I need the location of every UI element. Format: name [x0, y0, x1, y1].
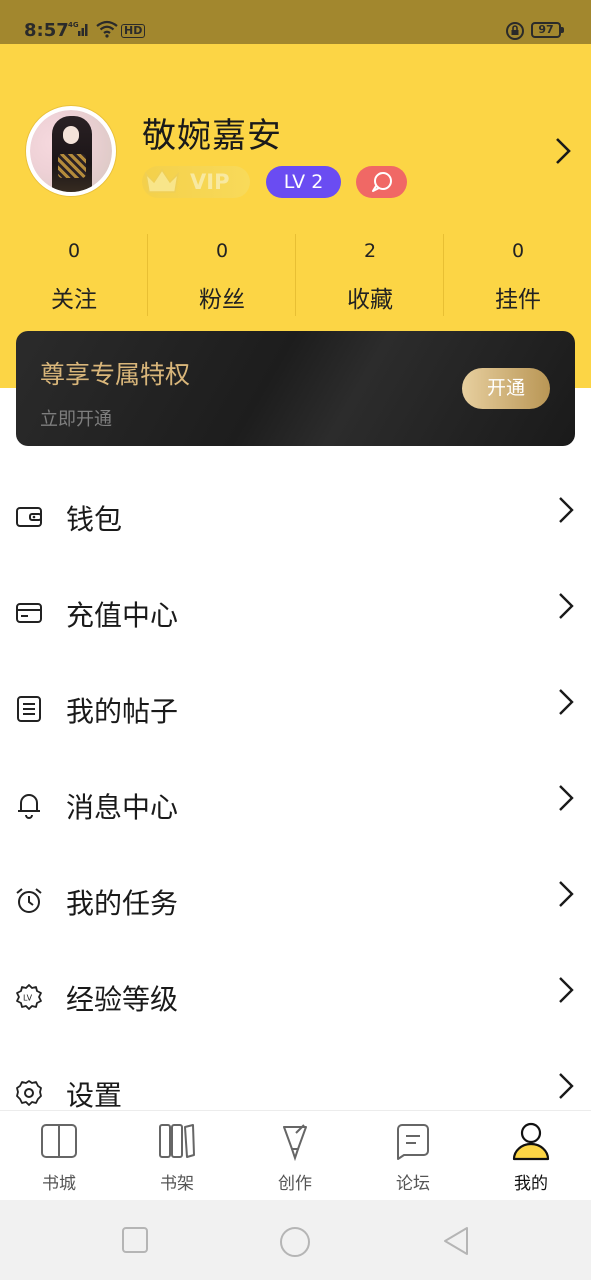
gear-icon	[16, 1080, 42, 1106]
chat-icon	[372, 172, 392, 192]
tab-label: 我的	[514, 1174, 548, 1194]
status-time: 8:57	[24, 20, 69, 41]
menu-item-label: 经验等级	[66, 983, 179, 1016]
tab-label: 论坛	[396, 1174, 430, 1194]
menu-item-messages[interactable]: 消息中心	[0, 758, 591, 854]
vip-card-title: 尊享专属特权	[40, 360, 191, 389]
svg-text:4G: 4G	[68, 21, 79, 29]
signal-icon: 4G	[68, 21, 90, 41]
system-nav-bar	[0, 1200, 591, 1280]
menu-item-label: 钱包	[66, 503, 123, 536]
tab-bookshelf[interactable]: 书架	[118, 1111, 236, 1201]
username[interactable]: 敬婉嘉安	[142, 108, 282, 157]
document-icon	[17, 696, 41, 722]
menu-item-my-posts[interactable]: 我的帖子	[0, 662, 591, 758]
menu-item-label: 消息中心	[66, 791, 179, 824]
chevron-right-icon	[559, 1073, 574, 1099]
chevron-right-icon	[559, 593, 574, 619]
user-icon	[512, 1122, 550, 1161]
stat-value: 0	[511, 240, 525, 262]
stat-value: 0	[67, 240, 81, 262]
bell-icon	[18, 794, 40, 819]
vip-badge[interactable]: VIP	[142, 166, 250, 198]
alarm-clock-icon	[16, 888, 42, 913]
chevron-right-icon	[559, 977, 574, 1003]
level-badge-icon: LV	[16, 984, 42, 1010]
home-icon[interactable]	[279, 1226, 311, 1258]
vip-card-subtitle: 立即开通	[40, 409, 112, 430]
tab-bookstore[interactable]: 书城	[0, 1111, 118, 1201]
tab-label: 书城	[42, 1174, 76, 1194]
menu-item-label: 我的任务	[66, 887, 179, 920]
stat-favorites[interactable]: 2 收藏	[296, 230, 444, 316]
tab-label: 书架	[160, 1174, 194, 1194]
recent-apps-icon[interactable]	[121, 1226, 149, 1254]
hd-badge: HD	[121, 24, 146, 38]
status-bar: 8:57 4G HD 97	[0, 0, 591, 44]
stat-fans[interactable]: 0 粉丝	[148, 230, 296, 316]
stat-label: 关注	[51, 287, 97, 313]
menu-item-label: 我的帖子	[66, 695, 179, 728]
stat-label: 粉丝	[199, 287, 245, 313]
menu-item-recharge[interactable]: 充值中心	[0, 566, 591, 662]
card-icon	[16, 603, 42, 623]
stat-value: 0	[215, 240, 229, 262]
vip-promo-card[interactable]: 尊享专属特权 立即开通 开通	[16, 331, 575, 446]
chevron-right-icon	[559, 497, 574, 523]
tab-forum[interactable]: 论坛	[354, 1111, 472, 1201]
stats-row: 0 关注 0 粉丝 2 收藏 0 挂件	[0, 230, 591, 316]
wifi-icon	[95, 20, 119, 42]
crown-icon	[144, 168, 180, 193]
stat-label: 挂件	[495, 287, 541, 313]
tab-label: 创作	[278, 1174, 312, 1194]
chevron-right-icon[interactable]	[552, 136, 574, 166]
chevron-right-icon	[559, 689, 574, 715]
bookshelf-icon	[159, 1124, 195, 1158]
rotation-lock-icon	[505, 21, 525, 45]
vip-label: VIP	[190, 170, 230, 194]
open-vip-button[interactable]: 开通	[462, 368, 550, 409]
wallet-icon	[16, 507, 42, 527]
menu-item-label: 设置	[66, 1079, 123, 1112]
back-icon[interactable]	[441, 1226, 471, 1256]
bottom-nav: 书城 书架 创作 论坛 我的	[0, 1110, 591, 1200]
avatar[interactable]	[26, 106, 116, 196]
stat-following[interactable]: 0 关注	[0, 230, 148, 316]
stat-pendants[interactable]: 0 挂件	[444, 230, 591, 316]
tab-mine[interactable]: 我的	[472, 1111, 590, 1201]
stat-label: 收藏	[347, 287, 393, 313]
pen-icon	[283, 1124, 307, 1161]
stat-value: 2	[363, 240, 377, 262]
menu-item-wallet[interactable]: 钱包	[0, 470, 591, 566]
menu-item-label: 充值中心	[66, 599, 179, 632]
chat-badge[interactable]	[356, 166, 407, 198]
forum-icon	[397, 1124, 429, 1160]
level-badge[interactable]: LV 2	[266, 166, 341, 198]
tab-create[interactable]: 创作	[236, 1111, 354, 1201]
book-open-icon	[41, 1124, 77, 1158]
menu-item-tasks[interactable]: 我的任务	[0, 854, 591, 950]
svg-text:LV: LV	[23, 994, 33, 1003]
menu-item-level[interactable]: LV 经验等级	[0, 950, 591, 1046]
chevron-right-icon	[559, 881, 574, 907]
battery-indicator: 97	[531, 22, 564, 38]
chevron-right-icon	[559, 785, 574, 811]
